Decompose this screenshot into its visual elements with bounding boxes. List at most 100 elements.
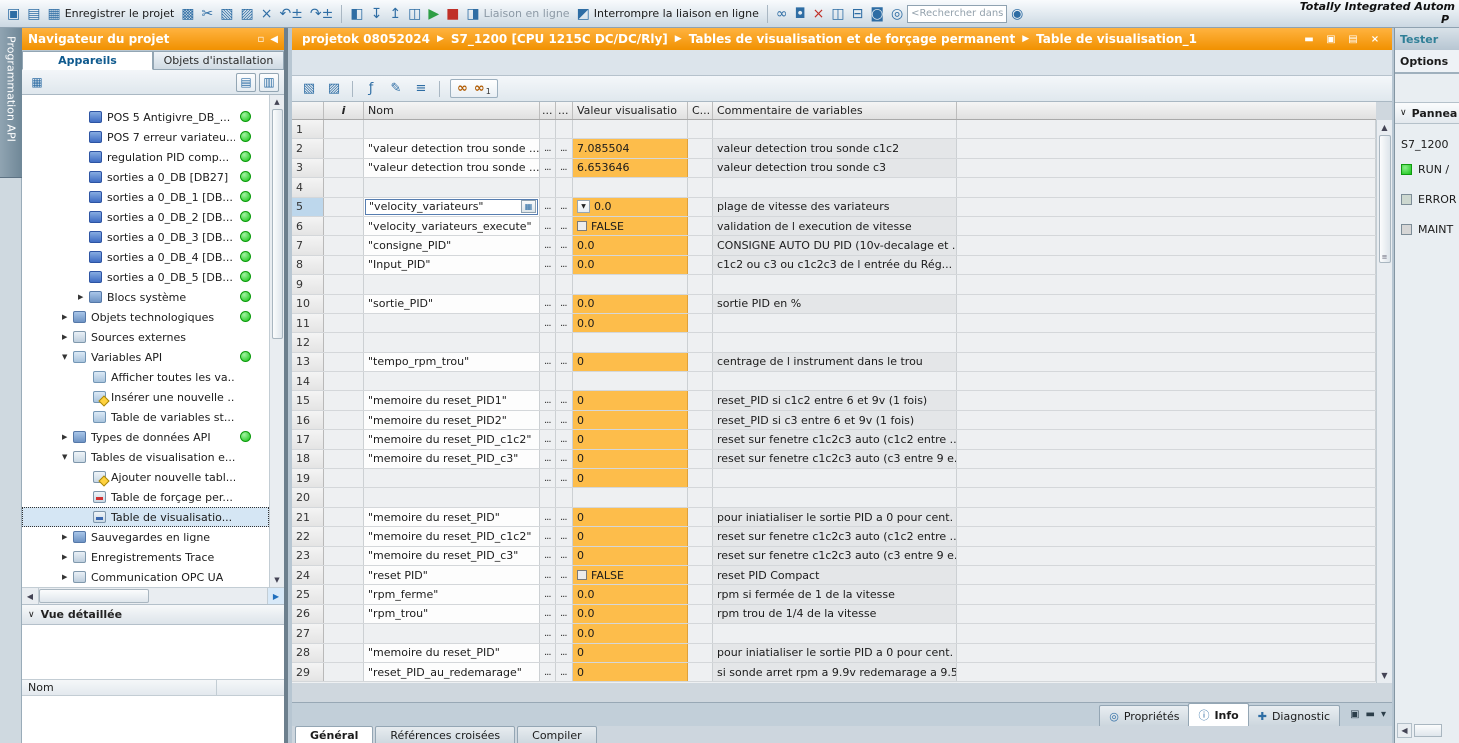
tag-name-cell[interactable]: ▦ xyxy=(364,275,540,293)
expand-collapse-arrow[interactable]: ▶ xyxy=(62,333,73,341)
format-cell[interactable]: ... xyxy=(556,566,573,584)
tag-name-cell[interactable]: "valeur detection trou sonde ... "valeur… xyxy=(364,139,540,157)
row-number-cell[interactable]: 4 xyxy=(292,178,324,196)
watch-table-row[interactable]: 18 "memoire du reset_PID_c3" "memoire du… xyxy=(292,450,1376,469)
row-number-cell[interactable]: 14 xyxy=(292,372,324,390)
watch-table-row[interactable]: 8 "Input_PID" "Input_PID" ▦ ... ... ▼ xyxy=(292,256,1376,275)
tag-name-cell[interactable]: "memoire du reset_PID_c3" "memoire du re… xyxy=(364,547,540,565)
modify-value-cell[interactable] xyxy=(688,469,713,487)
modify-value-cell[interactable] xyxy=(688,178,713,196)
watch-table-row[interactable]: 4 ▦ ▼ xyxy=(292,178,1376,197)
row-number-cell[interactable]: 7 xyxy=(292,236,324,254)
format-cell[interactable]: ... xyxy=(556,450,573,468)
delete-icon[interactable]: × xyxy=(258,3,276,25)
tag-name-cell[interactable]: "velocity_variateurs_execute" "velocity_… xyxy=(364,217,540,235)
copy-icon[interactable]: ▧ xyxy=(217,3,236,25)
scroll-left-icon[interactable]: ◀ xyxy=(1397,723,1412,738)
watch-table-row[interactable]: 5 "velocity_variateurs" "velocity_variat… xyxy=(292,198,1376,217)
monitor-value-cell[interactable]: ▼ FALSE xyxy=(573,566,688,584)
stop-cpu-icon[interactable]: ■ xyxy=(443,3,462,25)
comment-cell[interactable]: pour iniatialiser le sortie PID a 0 pour… xyxy=(713,644,957,662)
scrollbar-thumb[interactable]: ≡ xyxy=(1379,135,1391,263)
address-cell[interactable] xyxy=(540,372,556,390)
go-offline-button[interactable]: ◩ Interrompre la liaison en ligne xyxy=(574,3,762,25)
monitor-value-cell[interactable]: ▼ 7.085504 xyxy=(573,139,688,157)
tag-name-editor[interactable]: "velocity_variateurs" ▦ xyxy=(365,199,538,215)
watch-table-row[interactable]: 15 "memoire du reset_PID1" "memoire du r… xyxy=(292,391,1376,410)
format-cell[interactable]: ... xyxy=(556,217,573,235)
collapse-panel-icon[interactable]: ◀ xyxy=(270,34,278,45)
split-editor-horizontal-icon[interactable]: ⊟ xyxy=(849,3,867,25)
monitor-value-cell[interactable]: ▼ xyxy=(573,120,688,138)
watch-table-row[interactable]: 2 "valeur detection trou sonde ... "vale… xyxy=(292,139,1376,158)
comment-cell[interactable] xyxy=(713,275,957,293)
split-editor-vertical-icon[interactable]: ◫ xyxy=(828,3,847,25)
tag-name-cell[interactable]: ▦ xyxy=(364,469,540,487)
tree-item[interactable]: ▼ Tables de visualisation e... xyxy=(22,447,269,467)
tag-name-cell[interactable]: "reset_PID_au_redemarage" "reset_PID_au_… xyxy=(364,663,540,681)
format-cell[interactable] xyxy=(556,275,573,293)
row-number-cell[interactable]: 22 xyxy=(292,527,324,545)
row-number-cell[interactable]: 17 xyxy=(292,430,324,448)
binoculars-search-icon[interactable]: ∞ xyxy=(773,3,791,25)
scroll-up-icon[interactable]: ▲ xyxy=(274,98,279,106)
row-number-cell[interactable]: 6 xyxy=(292,217,324,235)
expand-collapse-arrow[interactable]: ▶ xyxy=(62,433,73,441)
monitor-value-cell[interactable]: ▼ xyxy=(573,178,688,196)
expand-collapse-arrow[interactable]: ▼ xyxy=(62,453,73,461)
address-cell[interactable]: ... xyxy=(540,353,556,371)
tree-item[interactable]: regulation PID comp... xyxy=(22,147,269,167)
scroll-right-icon[interactable]: ▶ xyxy=(267,588,284,604)
detail-view-column-header[interactable]: Nom xyxy=(22,679,284,696)
address-cell[interactable] xyxy=(540,120,556,138)
address-cell[interactable]: ... xyxy=(540,450,556,468)
tag-name-cell[interactable]: "valeur detection trou sonde ... "valeur… xyxy=(364,159,540,177)
tree-item[interactable]: Table de visualisatio... xyxy=(22,507,269,527)
watch-table-row[interactable]: 27 ▦ ... ... ▼ 0.0 xyxy=(292,624,1376,643)
format-cell[interactable]: ... xyxy=(556,430,573,448)
tag-name-cell[interactable]: ▦ xyxy=(364,372,540,390)
monitor-value-cell[interactable]: ▼ 0.0 xyxy=(573,605,688,623)
comment-cell[interactable]: centrage de l instrument dans le trou xyxy=(713,353,957,371)
col-address[interactable]: ... xyxy=(540,102,556,119)
expand-collapse-arrow[interactable]: ▶ xyxy=(62,313,73,321)
row-number-cell[interactable]: 13 xyxy=(292,353,324,371)
cross-references-subtab[interactable]: Références croisées xyxy=(375,726,515,743)
tree-item[interactable]: sorties a 0_DB_4 [DB... xyxy=(22,247,269,267)
restore-icon[interactable]: ▣ xyxy=(1324,34,1338,45)
watch-table-row[interactable]: 23 "memoire du reset_PID_c3" "memoire du… xyxy=(292,547,1376,566)
comment-cell[interactable]: reset_PID si c1c2 entre 6 et 9v (1 fois) xyxy=(713,391,957,409)
address-cell[interactable]: ... xyxy=(540,624,556,642)
float-panel-icon[interactable]: ▣ xyxy=(1350,709,1359,720)
col-display-format[interactable]: ... xyxy=(556,102,573,119)
format-cell[interactable]: ... xyxy=(556,353,573,371)
address-cell[interactable]: ... xyxy=(540,566,556,584)
details-toggle-icon[interactable]: ▤ xyxy=(236,73,256,92)
monitor-value-cell[interactable]: ▼ 0.0 xyxy=(573,198,688,216)
modify-value-cell[interactable] xyxy=(688,663,713,681)
float-panel-icon[interactable]: ▫ xyxy=(258,34,265,45)
comment-cell[interactable]: rpm si fermée de 1 de la vitesse xyxy=(713,585,957,603)
format-cell[interactable]: ... xyxy=(556,527,573,545)
tree-item[interactable]: ▶ Sources externes xyxy=(22,327,269,347)
comment-cell[interactable]: si sonde arret rpm a 9.9v redemarage a 9… xyxy=(713,663,957,681)
modify-value-cell[interactable] xyxy=(688,605,713,623)
tree-item[interactable]: ▶ Communication OPC UA xyxy=(22,567,269,587)
row-number-cell[interactable]: 1 xyxy=(292,120,324,138)
value-dropdown-icon[interactable]: ▼ xyxy=(577,200,590,213)
scrollbar-thumb[interactable] xyxy=(272,109,283,339)
close-project-icon[interactable]: × xyxy=(810,3,828,25)
tree-item[interactable]: ▶ Sauvegardes en ligne xyxy=(22,527,269,547)
row-number-cell[interactable]: 26 xyxy=(292,605,324,623)
cut-icon[interactable]: ✂ xyxy=(199,3,217,25)
row-number-cell[interactable]: 10 xyxy=(292,295,324,313)
format-cell[interactable]: ... xyxy=(556,644,573,662)
col-i[interactable]: i xyxy=(324,102,364,119)
row-number-cell[interactable]: 2 xyxy=(292,139,324,157)
tree-item[interactable]: sorties a 0_DB_5 [DB... xyxy=(22,267,269,287)
address-cell[interactable]: ... xyxy=(540,547,556,565)
tree-item[interactable]: POS 7 erreur variateu... xyxy=(22,127,269,147)
overview-toggle-icon[interactable]: ▥ xyxy=(259,73,279,92)
modify-all-values-icon[interactable]: ≡ xyxy=(410,79,432,99)
compile-icon[interactable]: ◧ xyxy=(347,3,366,25)
